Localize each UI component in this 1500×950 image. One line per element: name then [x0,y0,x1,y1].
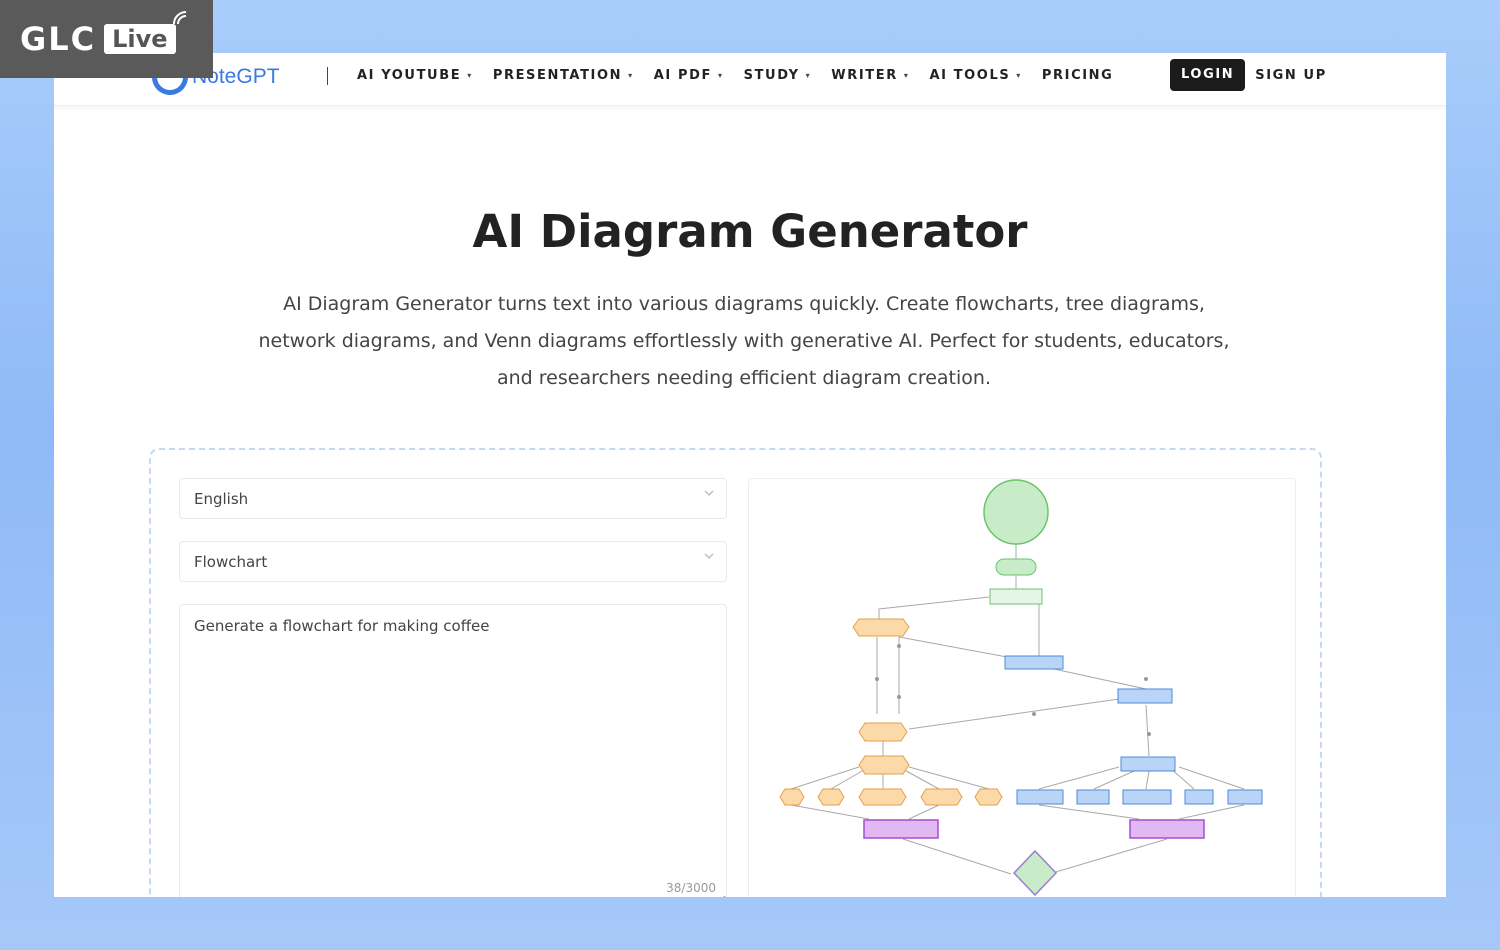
language-select[interactable]: English [179,478,727,519]
prompt-text: Generate a flowchart for making coffee [194,617,490,635]
nav-item-label: PRICING [1041,67,1114,83]
character-counter: 38/3000 [666,881,716,895]
prompt-textarea[interactable]: Generate a flowchart for making coffee 3… [179,604,727,897]
live-badge: Live [104,11,186,54]
caret-down-icon: ▾ [903,70,910,80]
broadcast-icon [172,11,186,25]
chevron-down-icon [704,553,714,559]
login-button[interactable]: LOGIN [1170,59,1246,91]
language-value: English [194,490,249,508]
auth-actions: LOGIN SIGN UP [1170,59,1327,91]
nav-item-ai-pdf[interactable]: AI PDF ▾ [654,68,724,83]
signup-link[interactable]: SIGN UP [1255,68,1327,83]
glc-live-watermark: GLC Live [0,0,213,78]
nav-item-label: AI TOOLS [929,67,1011,83]
nav-item-label: AI YOUTUBE [357,67,462,83]
top-navigation: NoteGPT AI YOUTUBE ▾ PRESENTATION ▾ AI PDF… [54,53,1446,106]
nav-item-label: STUDY [743,67,800,83]
nav-item-presentation[interactable]: PRESENTATION ▾ [493,68,634,83]
nav-item-ai-tools[interactable]: AI TOOLS ▾ [929,68,1021,83]
nav-item-study[interactable]: STUDY ▾ [744,68,812,83]
diagram-type-value: Flowchart [194,553,268,571]
nav-item-writer[interactable]: WRITER ▾ [831,68,909,83]
diagram-generator-panel: English Flowchart Generate a flowchart f… [149,448,1322,897]
live-label: Live [112,25,168,53]
nav-item-ai-youtube[interactable]: AI YOUTUBE ▾ [357,68,473,83]
nav-item-pricing[interactable]: PRICING [1042,68,1114,83]
resize-handle-icon[interactable] [716,893,726,897]
nav-menu: AI YOUTUBE ▾ PRESENTATION ▾ AI PDF ▾ STUDY ▾… [357,53,1113,97]
page-title: AI Diagram Generator [472,205,1028,258]
caret-down-icon: ▾ [717,70,724,80]
nav-item-label: WRITER [831,67,898,83]
nav-item-label: PRESENTATION [492,67,623,83]
chevron-down-icon [704,490,714,496]
nav-item-label: AI PDF [653,67,712,83]
start-node [983,479,1049,545]
flowchart-graphic [779,479,1263,897]
caret-down-icon: ▾ [805,70,812,80]
caret-down-icon: ▾ [1016,70,1022,80]
browser-page: NoteGPT AI YOUTUBE ▾ PRESENTATION ▾ AI PDF… [54,53,1446,897]
diagram-type-select[interactable]: Flowchart [179,541,727,582]
diagram-preview [748,478,1296,897]
caret-down-icon: ▾ [628,70,634,80]
caret-down-icon: ▾ [467,70,473,80]
nav-divider [327,67,328,85]
page-description: AI Diagram Generator turns text into var… [258,293,1230,389]
glc-brand-text: GLC [20,20,97,58]
